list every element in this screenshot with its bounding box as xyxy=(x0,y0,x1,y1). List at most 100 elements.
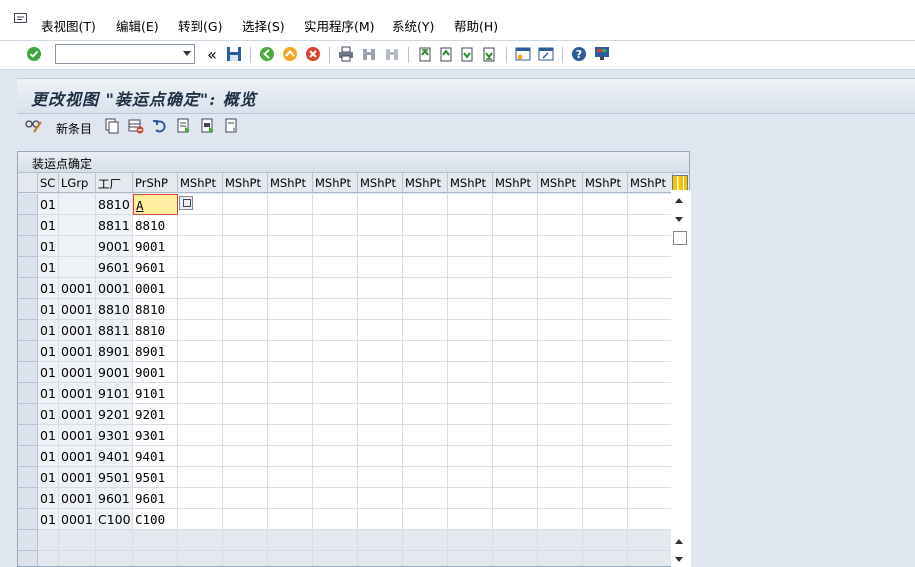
table-cell[interactable] xyxy=(223,509,268,530)
table-cell[interactable] xyxy=(268,257,313,278)
last-page-button[interactable] xyxy=(480,45,498,63)
chevron-down-icon[interactable] xyxy=(183,51,191,56)
table-cell[interactable] xyxy=(178,341,223,362)
table-cell[interactable] xyxy=(178,215,223,236)
table-cell[interactable] xyxy=(538,446,583,467)
row-selector[interactable] xyxy=(18,194,38,215)
scroll-down-icon[interactable] xyxy=(675,217,683,222)
table-cell[interactable] xyxy=(448,236,493,257)
table-cell[interactable] xyxy=(178,299,223,320)
table-cell[interactable] xyxy=(628,509,673,530)
table-cell[interactable] xyxy=(403,299,448,320)
table-cell[interactable] xyxy=(448,257,493,278)
table-cell[interactable] xyxy=(313,320,358,341)
table-cell[interactable] xyxy=(493,278,538,299)
row-selector[interactable] xyxy=(18,530,38,551)
table-cell[interactable] xyxy=(628,404,673,425)
table-cell[interactable] xyxy=(583,278,628,299)
menu-table-view[interactable]: 表视图(T) xyxy=(41,16,96,35)
row-selector[interactable] xyxy=(18,404,38,425)
table-cell[interactable] xyxy=(358,236,403,257)
scroll-thumb[interactable] xyxy=(673,231,687,245)
table-cell[interactable] xyxy=(583,488,628,509)
table-cell[interactable]: 9601 xyxy=(133,257,178,278)
column-header[interactable]: MShPt xyxy=(358,173,403,193)
table-cell[interactable] xyxy=(403,320,448,341)
table-cell[interactable] xyxy=(223,257,268,278)
select-all-button[interactable] xyxy=(175,117,193,135)
table-cell[interactable] xyxy=(628,194,673,215)
table-cell[interactable] xyxy=(178,467,223,488)
column-header[interactable]: MShPt xyxy=(268,173,313,193)
enter-button[interactable] xyxy=(25,45,43,63)
table-cell[interactable] xyxy=(493,446,538,467)
table-cell[interactable] xyxy=(223,383,268,404)
table-cell[interactable] xyxy=(628,320,673,341)
table-cell[interactable] xyxy=(313,488,358,509)
row-selector[interactable] xyxy=(18,467,38,488)
table-cell[interactable] xyxy=(448,215,493,236)
table-cell[interactable] xyxy=(223,467,268,488)
table-cell[interactable] xyxy=(268,383,313,404)
table-cell[interactable] xyxy=(583,215,628,236)
table-cell[interactable] xyxy=(493,299,538,320)
menu-utilities[interactable]: 实用程序(M) xyxy=(304,16,375,35)
vertical-scrollbar[interactable] xyxy=(671,190,691,567)
row-selector[interactable] xyxy=(18,425,38,446)
table-cell[interactable] xyxy=(538,215,583,236)
table-cell[interactable] xyxy=(583,194,628,215)
row-selector[interactable] xyxy=(18,551,38,566)
select-all-corner[interactable] xyxy=(18,173,38,193)
table-cell[interactable] xyxy=(358,362,403,383)
table-cell[interactable] xyxy=(628,362,673,383)
column-header[interactable]: MShPt xyxy=(403,173,448,193)
table-cell[interactable] xyxy=(313,257,358,278)
table-cell[interactable] xyxy=(448,362,493,383)
table-cell[interactable] xyxy=(583,425,628,446)
table-cell[interactable] xyxy=(313,341,358,362)
row-selector[interactable] xyxy=(18,215,38,236)
table-cell[interactable] xyxy=(223,404,268,425)
table-cell[interactable] xyxy=(223,278,268,299)
table-cell[interactable] xyxy=(583,383,628,404)
row-selector[interactable] xyxy=(18,236,38,257)
menu-system[interactable]: 系统(Y) xyxy=(392,16,434,35)
table-cell[interactable] xyxy=(538,194,583,215)
table-cell[interactable] xyxy=(223,236,268,257)
previous-page-button[interactable] xyxy=(437,45,455,63)
table-cell[interactable] xyxy=(448,467,493,488)
table-cell[interactable]: 8810 xyxy=(133,320,178,341)
table-cell[interactable] xyxy=(268,404,313,425)
command-history-button[interactable]: « xyxy=(203,45,221,64)
row-selector[interactable] xyxy=(18,488,38,509)
table-cell[interactable] xyxy=(313,215,358,236)
table-cell[interactable] xyxy=(268,341,313,362)
table-cell[interactable] xyxy=(358,404,403,425)
table-cell[interactable] xyxy=(178,383,223,404)
delete-button[interactable] xyxy=(127,117,145,135)
table-cell[interactable] xyxy=(268,299,313,320)
table-cell[interactable] xyxy=(358,257,403,278)
table-cell[interactable] xyxy=(268,320,313,341)
table-cell[interactable] xyxy=(268,194,313,215)
table-cell[interactable] xyxy=(268,425,313,446)
table-cell[interactable]: 9001 xyxy=(133,236,178,257)
row-selector[interactable] xyxy=(18,257,38,278)
table-cell[interactable]: 8901 xyxy=(133,341,178,362)
column-header[interactable]: MShPt xyxy=(448,173,493,193)
table-cell[interactable] xyxy=(313,404,358,425)
command-field[interactable] xyxy=(55,44,195,64)
find-next-button[interactable] xyxy=(383,45,401,63)
table-cell[interactable] xyxy=(403,278,448,299)
table-cell[interactable]: 9201 xyxy=(133,404,178,425)
table-cell[interactable] xyxy=(268,236,313,257)
table-cell[interactable]: 9501 xyxy=(133,467,178,488)
table-cell[interactable] xyxy=(268,467,313,488)
table-cell[interactable]: 9601 xyxy=(133,488,178,509)
table-cell[interactable] xyxy=(178,488,223,509)
scroll-page-up-icon[interactable] xyxy=(675,539,683,544)
select-block-button[interactable] xyxy=(199,117,217,135)
menu-help[interactable]: 帮助(H) xyxy=(454,16,498,35)
table-cell[interactable] xyxy=(178,425,223,446)
table-cell[interactable] xyxy=(358,299,403,320)
